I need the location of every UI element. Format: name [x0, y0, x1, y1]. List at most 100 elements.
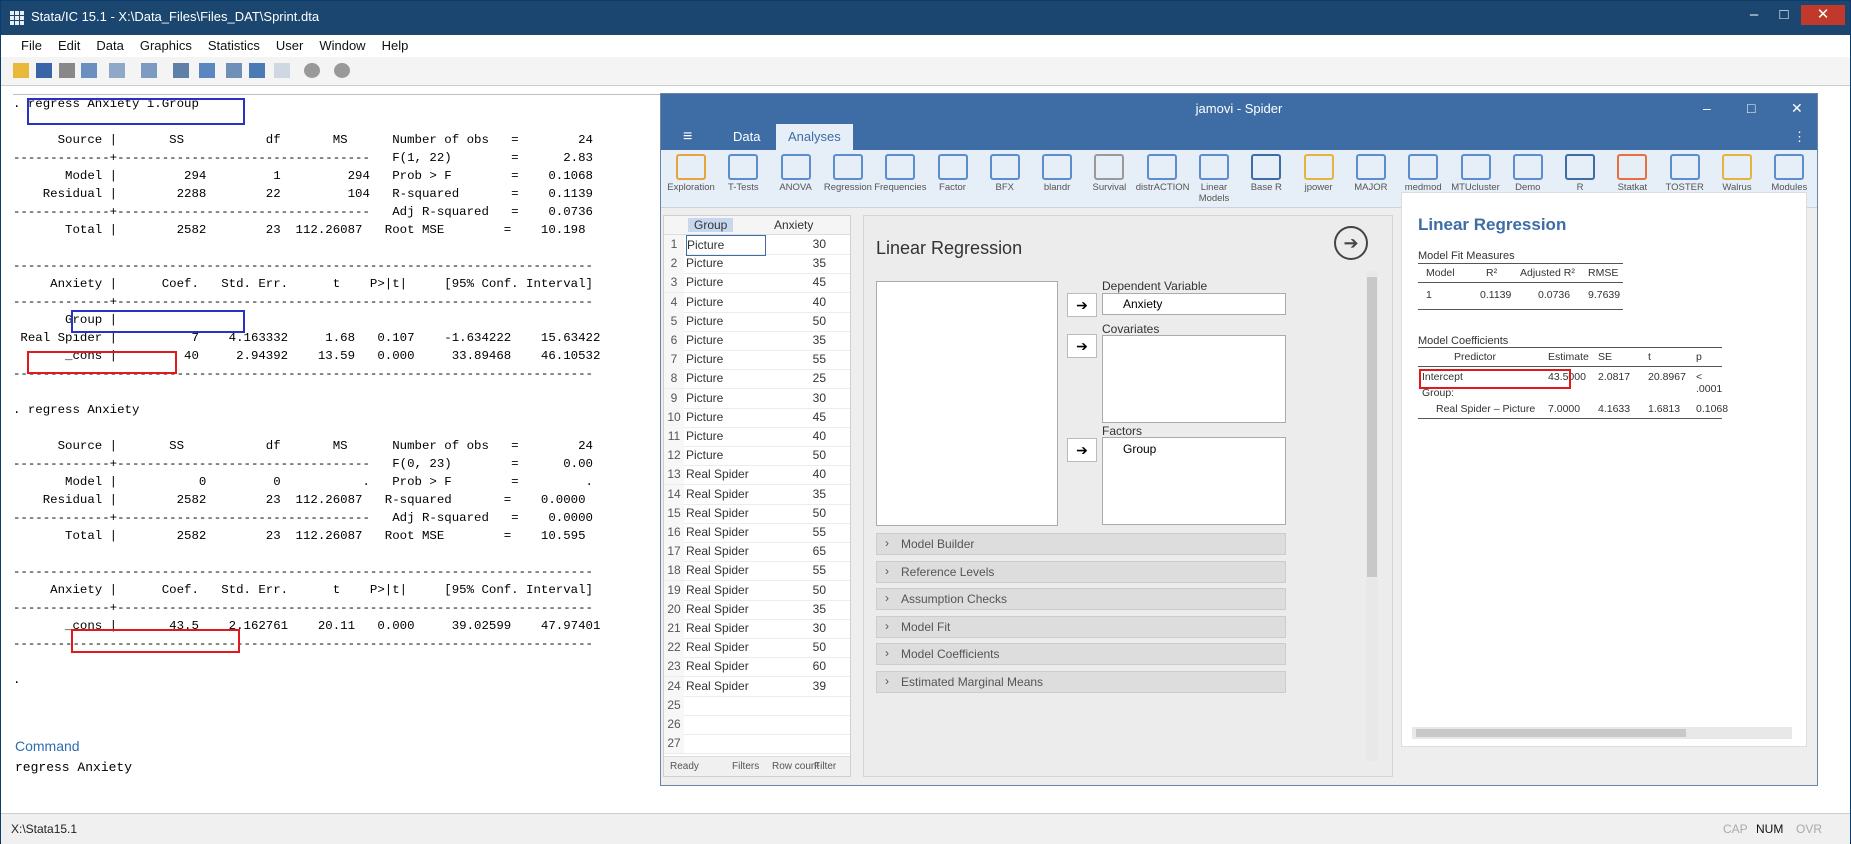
menu-help[interactable]: Help [374, 35, 417, 56]
cell-anxiety[interactable]: 40 [772, 427, 826, 446]
options-scrollbar[interactable] [1366, 271, 1378, 761]
sheet-row[interactable]: 7 Picture 55 [664, 350, 850, 371]
variables-manager-icon[interactable] [249, 63, 265, 78]
sheet-row[interactable]: 23 Real Spider 60 [664, 657, 850, 678]
jamovi-close[interactable]: ✕ [1791, 100, 1803, 117]
cell-anxiety[interactable]: 35 [772, 600, 826, 619]
sheet-row[interactable]: 9 Picture 30 [664, 388, 850, 409]
sheet-row[interactable]: 8 Picture 25 [664, 369, 850, 390]
stata-titlebar[interactable]: Stata/IC 15.1 - X:\Data_Files\Files_DAT\… [1, 1, 1850, 35]
menu-graphics[interactable]: Graphics [132, 35, 200, 56]
sheet-row[interactable]: 17 Real Spider 65 [664, 542, 850, 563]
cell-group[interactable]: Real Spider [686, 638, 766, 657]
ribbon-anova[interactable]: ANOVA [770, 154, 822, 204]
sheet-row[interactable]: 27 [664, 734, 850, 755]
cell-group[interactable]: Real Spider [686, 485, 766, 504]
close-button[interactable]: ✕ [1801, 5, 1845, 25]
sheet-row[interactable]: 4 Picture 40 [664, 292, 850, 313]
break-icon[interactable] [334, 63, 350, 78]
ribbon-t-tests[interactable]: T-Tests [717, 154, 769, 204]
section-reference-levels[interactable]: › Reference Levels [876, 560, 1286, 583]
more-icon[interactable] [304, 63, 320, 78]
section-model-fit[interactable]: › Model Fit [876, 615, 1286, 638]
cell-group[interactable]: Picture [686, 293, 766, 312]
cell-group[interactable]: Real Spider [686, 600, 766, 619]
cell-anxiety[interactable]: 65 [772, 542, 826, 561]
ribbon-distraction[interactable]: distrACTION [1136, 154, 1190, 204]
menu-window[interactable]: Window [311, 35, 373, 56]
ribbon-blandr[interactable]: blandr [1031, 154, 1083, 204]
viewer-icon[interactable] [109, 63, 125, 78]
cell-group[interactable]: Picture [686, 331, 766, 350]
cell-anxiety[interactable]: 40 [772, 465, 826, 484]
data-editor-icon[interactable] [199, 63, 215, 78]
menu-user[interactable]: User [268, 35, 311, 56]
move-to-covariates-button[interactable]: ➔ [1067, 334, 1097, 358]
cell-anxiety[interactable]: 55 [772, 350, 826, 369]
minimize-button[interactable]: – [1739, 5, 1769, 25]
cell-anxiety[interactable]: 40 [772, 293, 826, 312]
factors-field[interactable]: Group [1102, 437, 1286, 525]
menu-data[interactable]: Data [88, 35, 131, 56]
run-arrow-icon[interactable]: ➔ [1334, 226, 1368, 260]
sheet-row[interactable]: 2 Picture 35 [664, 254, 850, 275]
sheet-row[interactable]: 12 Picture 50 [664, 446, 850, 467]
more-options-icon[interactable]: ⋮ [1781, 124, 1818, 150]
ribbon-major[interactable]: MAJOR [1345, 154, 1397, 204]
sheet-row[interactable]: 11 Picture 40 [664, 427, 850, 447]
sheet-row[interactable]: 21 Real Spider 30 [664, 619, 850, 639]
cell-group[interactable]: Real Spider [686, 465, 766, 484]
jamovi-minimize[interactable]: – [1703, 100, 1711, 116]
section-assumption-checks[interactable]: › Assumption Checks [876, 588, 1286, 610]
cell-anxiety[interactable]: 35 [772, 254, 826, 273]
section-estimated-marginal-means[interactable]: › Estimated Marginal Means [876, 670, 1286, 693]
cell-group[interactable]: Picture [686, 312, 766, 331]
variable-list[interactable] [876, 281, 1058, 526]
cell-anxiety[interactable]: 50 [772, 312, 826, 331]
dofile-editor-icon[interactable] [173, 63, 189, 78]
results-hscrollbar[interactable] [1412, 727, 1792, 739]
sheet-row[interactable]: 10 Picture 45 [664, 407, 850, 428]
cell-group[interactable]: Real Spider [686, 677, 766, 696]
cell-anxiety[interactable]: 50 [772, 504, 826, 523]
sheet-row[interactable]: 19 Real Spider 50 [664, 580, 850, 601]
hamburger-menu-icon[interactable]: ≡ [671, 124, 704, 150]
section-model-coefficients[interactable]: › Model Coefficients [876, 643, 1286, 665]
menu-edit[interactable]: Edit [50, 35, 88, 56]
sheet-row[interactable]: 25 [664, 695, 850, 716]
menu-file[interactable]: File [13, 35, 50, 56]
tab-analyses[interactable]: Analyses [776, 124, 853, 150]
column-header-anxiety[interactable]: Anxiety [774, 218, 813, 232]
cell-group[interactable]: Picture [686, 427, 766, 446]
cell-anxiety[interactable]: 45 [772, 408, 826, 427]
sheet-row[interactable]: 24 Real Spider 39 [664, 676, 850, 697]
ribbon-linear-models[interactable]: Linear Models [1188, 154, 1240, 204]
cell-anxiety[interactable]: 55 [772, 523, 826, 542]
properties-icon[interactable] [274, 63, 290, 78]
log-icon[interactable] [81, 63, 97, 78]
ribbon-exploration[interactable]: Exploration [665, 154, 717, 204]
move-to-dependent-button[interactable]: ➔ [1067, 293, 1097, 317]
cell-group[interactable]: Picture [686, 369, 766, 388]
cell-anxiety[interactable]: 50 [772, 446, 826, 465]
save-icon[interactable] [36, 63, 52, 78]
ribbon-regression[interactable]: Regression [822, 154, 874, 204]
dependent-field[interactable]: Anxiety [1102, 293, 1286, 315]
cell-anxiety[interactable]: 30 [772, 619, 826, 638]
cell-group[interactable]: Real Spider [686, 523, 766, 542]
cell-anxiety[interactable]: 50 [772, 581, 826, 600]
move-to-factors-button[interactable]: ➔ [1067, 438, 1097, 462]
cell-anxiety[interactable]: 25 [772, 369, 826, 388]
cell-group[interactable]: Picture [686, 408, 766, 427]
cell-group[interactable]: Real Spider [686, 542, 766, 561]
cell-anxiety[interactable]: 45 [772, 273, 826, 292]
sheet-row[interactable]: 6 Picture 35 [664, 331, 850, 351]
covariates-field[interactable] [1102, 335, 1286, 423]
open-icon[interactable] [13, 63, 29, 78]
menu-statistics[interactable]: Statistics [200, 35, 268, 56]
column-header-group[interactable]: Group [688, 218, 734, 232]
sheet-row[interactable]: 26 [664, 715, 850, 735]
maximize-button[interactable]: □ [1769, 5, 1799, 25]
cell-group[interactable]: Real Spider [686, 657, 766, 676]
cell-group[interactable]: Picture [686, 273, 766, 292]
